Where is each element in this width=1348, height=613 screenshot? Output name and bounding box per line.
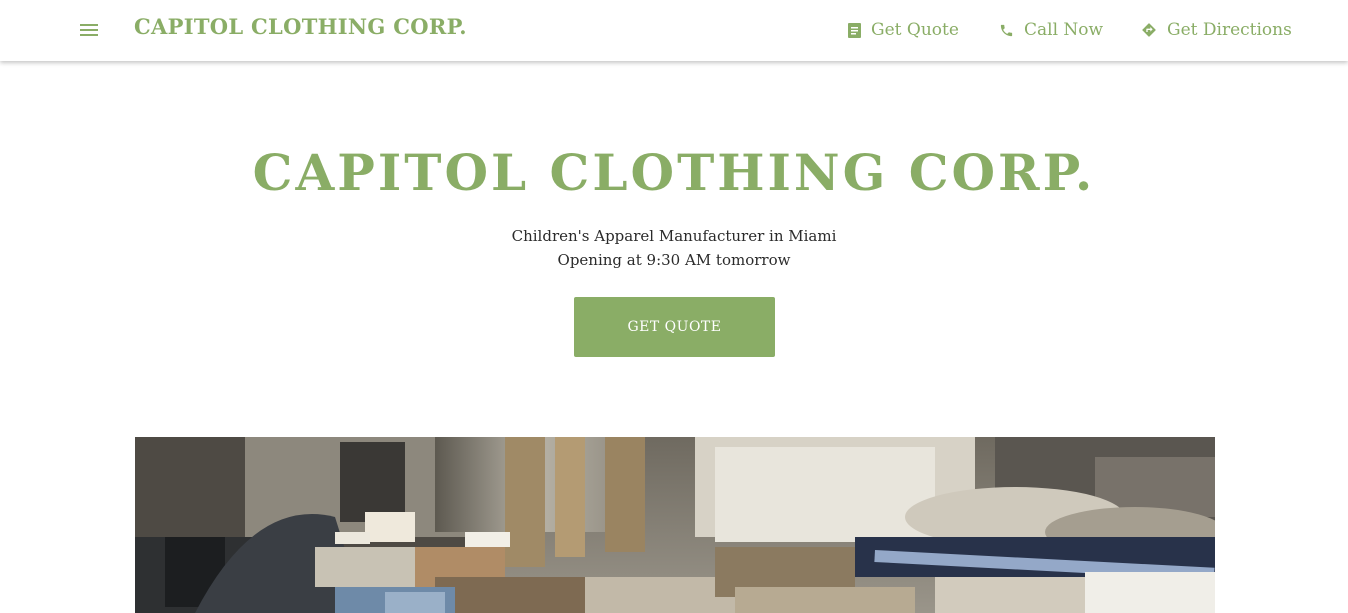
- top-navigation-bar: CAPITOL CLOTHING CORP. Get Quote Call No…: [0, 0, 1348, 61]
- call-now-label: Call Now: [1024, 20, 1104, 40]
- phone-icon: [1000, 24, 1013, 36]
- call-now-link[interactable]: Call Now: [999, 18, 1103, 42]
- workshop-photo-image: [135, 437, 1215, 613]
- directions-icon: [1142, 23, 1156, 37]
- brand-name[interactable]: CAPITOL CLOTHING CORP.: [134, 14, 467, 39]
- get-quote-button[interactable]: GET QUOTE: [574, 297, 775, 357]
- hero-subtitle: Children's Apparel Manufacturer in Miami: [511, 227, 837, 245]
- opening-hours: Opening at 9:30 AM tomorrow: [557, 251, 791, 269]
- document-icon: [848, 22, 861, 38]
- hamburger-menu-icon[interactable]: [80, 21, 100, 39]
- get-quote-label: Get Quote: [871, 20, 959, 40]
- hero-title: CAPITOL CLOTHING CORP.: [252, 143, 1096, 202]
- get-directions-label: Get Directions: [1167, 20, 1292, 40]
- get-quote-link[interactable]: Get Quote: [848, 18, 959, 42]
- get-directions-link[interactable]: Get Directions: [1141, 18, 1292, 42]
- workshop-photo: [135, 437, 1215, 613]
